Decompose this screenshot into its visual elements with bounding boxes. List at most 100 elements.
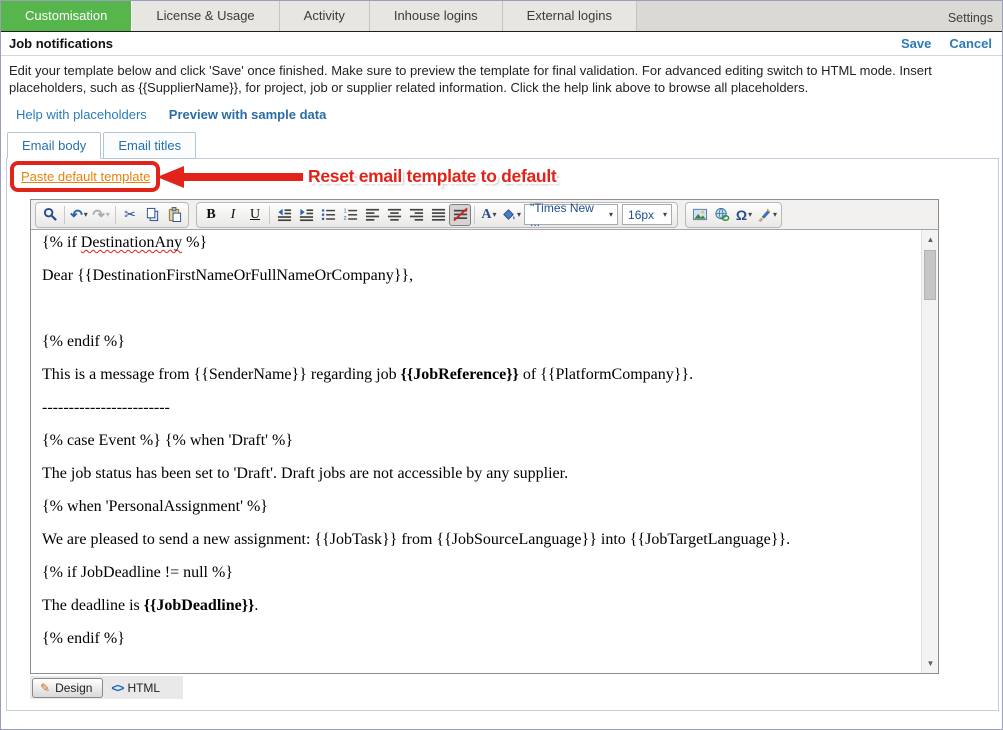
numbered-list-button[interactable]: 12 bbox=[339, 204, 361, 226]
special-char-icon: Ω bbox=[736, 207, 747, 223]
toolbar-group-format: B I U bbox=[196, 202, 678, 228]
tab-customisation[interactable]: Customisation bbox=[1, 1, 132, 31]
align-left-icon bbox=[365, 207, 380, 222]
background-color-dropdown-icon: ▾ bbox=[517, 210, 521, 219]
tab-inhouse-logins[interactable]: Inhouse logins bbox=[370, 1, 503, 31]
editor-scrollbar[interactable]: ▲ ▼ bbox=[921, 230, 938, 673]
format-painter-dropdown-icon: ▾ bbox=[773, 210, 777, 219]
bold-button[interactable]: B bbox=[200, 204, 222, 226]
undo-dropdown-icon: ▾ bbox=[84, 210, 88, 219]
font-size-select[interactable]: 16px ▾ bbox=[622, 204, 672, 225]
html-mode-button[interactable]: <> HTML bbox=[103, 678, 168, 698]
editor-text[interactable]: {% if DestinationAny %} Dear {{Destinatio… bbox=[31, 230, 921, 673]
font-name-dropdown-icon: ▾ bbox=[609, 210, 613, 219]
paste-default-highlight-box: Paste default template bbox=[10, 161, 160, 192]
cancel-button[interactable]: Cancel bbox=[949, 36, 992, 51]
indent-icon bbox=[299, 207, 314, 222]
find-button[interactable] bbox=[39, 204, 61, 226]
indent-button[interactable] bbox=[295, 204, 317, 226]
design-mode-label: Design bbox=[55, 681, 92, 695]
page-title: Job notifications bbox=[9, 36, 113, 51]
undo-button[interactable]: ↶ ▾ bbox=[68, 204, 90, 226]
bullet-list-icon bbox=[321, 207, 336, 222]
template-paragraph: This is a message from {{SenderName}} re… bbox=[42, 366, 909, 384]
rich-text-editor: ↶ ▾ ↷ ▾ ✂ bbox=[30, 199, 939, 674]
italic-button[interactable]: I bbox=[222, 204, 244, 226]
bold-icon: B bbox=[206, 207, 215, 223]
tab-email-titles[interactable]: Email titles bbox=[103, 132, 196, 159]
tab-activity[interactable]: Activity bbox=[280, 1, 370, 31]
editor-content[interactable]: {% if DestinationAny %} Dear {{Destinatio… bbox=[31, 230, 938, 673]
copy-button[interactable] bbox=[141, 204, 163, 226]
font-color-button[interactable]: A ▾ bbox=[478, 204, 500, 226]
cut-icon: ✂ bbox=[124, 206, 136, 223]
template-paragraph: Dear {{DestinationFirstNameOrFullNameOrC… bbox=[42, 267, 909, 285]
formatting-marks-button[interactable] bbox=[449, 204, 471, 226]
align-right-icon bbox=[409, 207, 424, 222]
template-paragraph: {% case Event %} {% when 'Draft' %} bbox=[42, 432, 909, 450]
email-body-panel: Paste default template Reset email templ… bbox=[6, 158, 999, 711]
tab-license-usage[interactable]: License & Usage bbox=[132, 1, 279, 31]
paste-icon bbox=[167, 207, 182, 222]
settings-link[interactable]: Settings bbox=[948, 1, 993, 31]
font-color-icon: A bbox=[481, 207, 491, 223]
template-paragraph: {% if JobDeadline != null %} bbox=[42, 564, 909, 582]
align-right-button[interactable] bbox=[405, 204, 427, 226]
template-paragraph: {% endif %} bbox=[42, 630, 909, 648]
font-name-select[interactable]: "Times New ... ▾ bbox=[524, 204, 618, 225]
background-color-button[interactable]: ▾ bbox=[500, 204, 522, 226]
tab-external-logins[interactable]: External logins bbox=[503, 1, 637, 31]
tab-email-body[interactable]: Email body bbox=[7, 132, 101, 159]
formatting-marks-icon bbox=[453, 207, 468, 222]
html-mode-label: HTML bbox=[127, 681, 160, 695]
font-color-dropdown-icon: ▾ bbox=[493, 210, 497, 219]
bullet-list-button[interactable] bbox=[317, 204, 339, 226]
email-tab-strip: Email body Email titles bbox=[7, 132, 198, 159]
save-button[interactable]: Save bbox=[901, 36, 931, 51]
scroll-up-button[interactable]: ▲ bbox=[922, 231, 939, 248]
format-painter-button[interactable]: ▾ bbox=[755, 204, 778, 226]
insert-image-button[interactable] bbox=[689, 204, 711, 226]
paste-default-template-link[interactable]: Paste default template bbox=[21, 169, 150, 184]
toolbar-group-insert: Ω ▾ ▾ bbox=[685, 202, 782, 228]
design-mode-button[interactable]: ✎ Design bbox=[32, 678, 103, 698]
special-char-button[interactable]: Ω ▾ bbox=[733, 204, 755, 226]
paste-button[interactable] bbox=[163, 204, 185, 226]
template-paragraph: {% if DestinationAny %} bbox=[42, 234, 909, 252]
help-with-placeholders-link[interactable]: Help with placeholders bbox=[16, 107, 147, 122]
font-size-value: 16px bbox=[628, 208, 654, 222]
special-char-dropdown-icon: ▾ bbox=[748, 210, 752, 219]
insert-link-icon bbox=[714, 207, 730, 222]
justify-button[interactable] bbox=[427, 204, 449, 226]
template-paragraph bbox=[42, 300, 909, 318]
preview-sample-data-link[interactable]: Preview with sample data bbox=[169, 107, 327, 122]
outdent-button[interactable] bbox=[273, 204, 295, 226]
background-color-icon bbox=[501, 207, 516, 222]
admin-page: Customisation License & Usage Activity I… bbox=[0, 0, 1003, 730]
template-paragraph: {% endif %} bbox=[42, 333, 909, 351]
scroll-thumb[interactable] bbox=[924, 250, 936, 300]
align-left-button[interactable] bbox=[361, 204, 383, 226]
redo-icon: ↷ bbox=[92, 206, 105, 224]
font-name-value: "Times New ... bbox=[530, 201, 605, 229]
cut-button[interactable]: ✂ bbox=[119, 204, 141, 226]
pencil-icon: ✎ bbox=[40, 681, 50, 695]
scroll-down-button[interactable]: ▼ bbox=[922, 655, 939, 672]
intro-text: Edit your template below and click 'Save… bbox=[9, 62, 996, 96]
underline-button[interactable]: U bbox=[244, 204, 266, 226]
insert-image-icon bbox=[692, 207, 708, 222]
section-header: Job notifications Save Cancel bbox=[1, 31, 1002, 56]
svg-text:2: 2 bbox=[343, 216, 346, 222]
template-paragraph: {% when 'PersonalAssignment' %} bbox=[42, 498, 909, 516]
copy-icon bbox=[145, 207, 160, 222]
annotation-arrow-tail bbox=[183, 173, 303, 181]
redo-dropdown-icon: ▾ bbox=[106, 210, 110, 219]
font-size-dropdown-icon: ▾ bbox=[663, 210, 667, 219]
align-center-button[interactable] bbox=[383, 204, 405, 226]
numbered-list-icon: 12 bbox=[343, 207, 358, 222]
editor-toolbar: ↶ ▾ ↷ ▾ ✂ bbox=[31, 200, 938, 230]
toolbar-group-clipboard: ↶ ▾ ↷ ▾ ✂ bbox=[35, 202, 189, 228]
format-painter-icon bbox=[756, 207, 772, 222]
insert-link-button[interactable] bbox=[711, 204, 733, 226]
redo-button[interactable]: ↷ ▾ bbox=[90, 204, 112, 226]
